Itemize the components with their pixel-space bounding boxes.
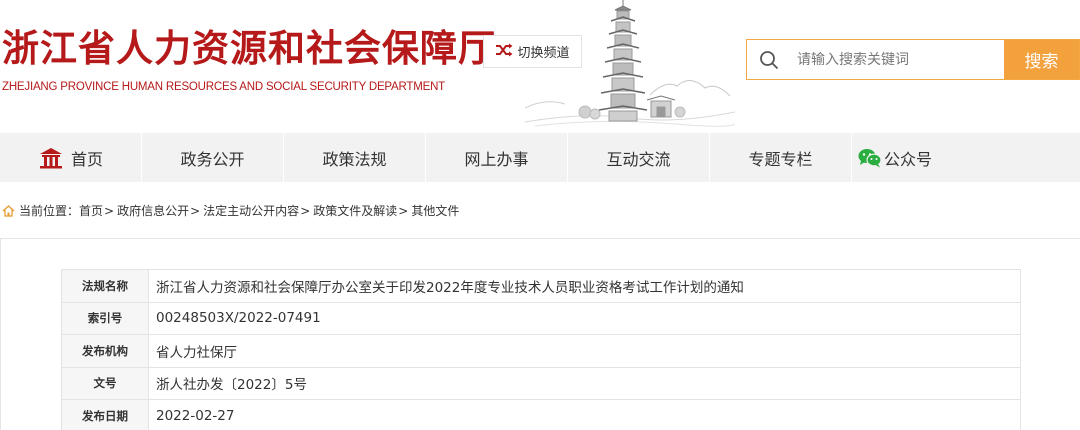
info-value: 2022-02-27 <box>148 399 1021 430</box>
breadcrumb-separator: > <box>190 203 201 218</box>
table-row: 索引号 00248503X/2022-07491 <box>61 301 1021 335</box>
site-header: 浙江省人力资源和社会保障厅 ZHEJIANG PROVINCE HUMAN RE… <box>0 0 1080 133</box>
breadcrumb-separator: > <box>300 203 311 218</box>
info-value: 浙人社办发〔2022〕5号 <box>148 366 1021 400</box>
nav-item-wechat[interactable]: 公众号 <box>852 133 938 182</box>
info-value: 省人力社保厅 <box>148 334 1021 368</box>
home-outline-icon <box>2 204 15 217</box>
info-value: 00248503X/2022-07491 <box>148 301 1021 335</box>
breadcrumb-home[interactable]: 首页 <box>79 202 103 219</box>
content-border <box>0 238 1 430</box>
table-row: 法规名称 浙江省人力资源和社会保障厅办公室关于印发2022年度专业技术人员职业资… <box>61 269 1021 303</box>
breadcrumb-other-docs[interactable]: 其他文件 <box>411 202 459 219</box>
nav-item-home[interactable]: 首页 <box>0 133 142 182</box>
breadcrumb-statutory[interactable]: 法定主动公开内容 <box>203 202 299 219</box>
nav-item-label: 首页 <box>70 149 103 169</box>
nav-item-special-topics[interactable]: 专题专栏 <box>710 133 852 182</box>
table-row: 发布机构 省人力社保厅 <box>61 334 1021 368</box>
table-row: 发布日期 2022-02-27 <box>61 399 1021 430</box>
wechat-icon <box>858 148 882 168</box>
breadcrumb-separator: > <box>104 203 115 218</box>
breadcrumb-policy-docs[interactable]: 政策文件及解读 <box>313 202 397 219</box>
nav-item-policies[interactable]: 政策法规 <box>284 133 426 182</box>
search-button[interactable]: 搜索 <box>1004 40 1079 79</box>
info-label: 发布日期 <box>61 399 149 430</box>
breadcrumb-prefix: 当前位置： <box>19 204 80 218</box>
search-box: 搜索 <box>746 39 1080 80</box>
nav-item-government-affairs[interactable]: 政务公开 <box>142 133 284 182</box>
site-title[interactable]: 浙江省人力资源和社会保障厅 <box>2 18 496 72</box>
breadcrumb-gov-info[interactable]: 政府信息公开 <box>117 202 189 219</box>
table-row: 文号 浙人社办发〔2022〕5号 <box>61 366 1021 400</box>
info-value: 浙江省人力资源和社会保障厅办公室关于印发2022年度专业技术人员职业资格考试工作… <box>148 269 1021 303</box>
site-subtitle: ZHEJIANG PROVINCE HUMAN RESOURCES AND SO… <box>2 81 446 93</box>
main-nav: 首页 政务公开 政策法规 网上办事 互动交流 专题专栏 公众号 <box>0 133 1080 182</box>
nav-item-online-services[interactable]: 网上办事 <box>426 133 568 182</box>
nav-item-interaction[interactable]: 互动交流 <box>568 133 710 182</box>
content-divider <box>0 238 1080 239</box>
search-icon[interactable] <box>747 40 791 79</box>
search-input[interactable] <box>791 40 1004 79</box>
document-info-table: 法规名称 浙江省人力资源和社会保障厅办公室关于印发2022年度专业技术人员职业资… <box>61 269 1021 430</box>
home-icon <box>38 147 64 169</box>
info-label: 法规名称 <box>61 269 149 303</box>
info-label: 索引号 <box>61 301 149 335</box>
shuffle-icon <box>495 43 517 61</box>
nav-item-label: 公众号 <box>883 149 932 169</box>
breadcrumb-separator: > <box>398 203 409 218</box>
info-label: 发布机构 <box>61 334 149 368</box>
pagoda-illustration <box>525 0 735 127</box>
breadcrumb: 当前位置： 首页 > 政府信息公开 > 法定主动公开内容 > 政策文件及解读 >… <box>2 202 459 219</box>
info-label: 文号 <box>61 366 149 400</box>
